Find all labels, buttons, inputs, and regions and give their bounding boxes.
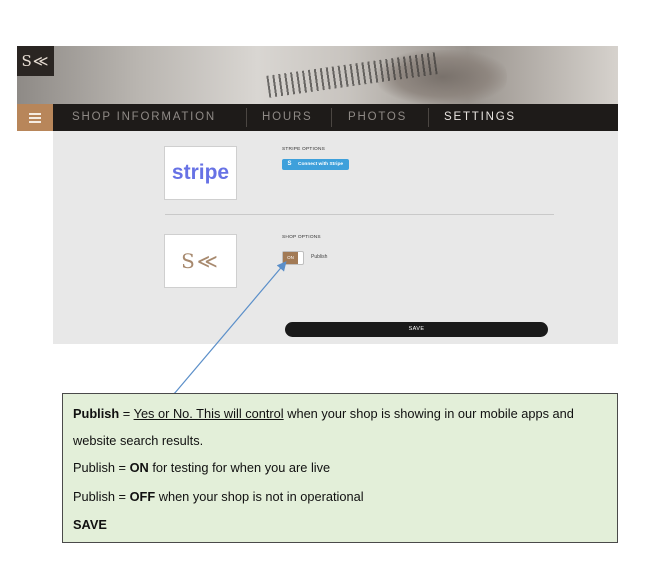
note-on-bold: ON [129, 460, 149, 475]
note-line-1: Publish = Yes or No. This will control w… [73, 406, 574, 421]
note-underlined: Yes or No. This will control [133, 406, 284, 421]
note-line3-rest: for testing for when you are live [148, 460, 331, 475]
note-eq: = [119, 406, 134, 421]
annotation-note-box: Publish = Yes or No. This will control w… [62, 393, 618, 543]
note-line-3: Publish = ON for testing for when you ar… [73, 460, 330, 475]
note-publish-bold: Publish [73, 406, 120, 421]
note-line-4: Publish = OFF when your shop is not in o… [73, 489, 364, 504]
arrow-line [165, 261, 287, 403]
note-line-2: website search results. [73, 433, 204, 448]
note-line-5: SAVE [73, 517, 107, 532]
note-line3-prefix: Publish = [73, 460, 130, 475]
note-save-bold: SAVE [73, 517, 107, 532]
note-line4-prefix: Publish = [73, 489, 130, 504]
note-off-bold: OFF [129, 489, 156, 504]
note-line4-rest: when your shop is not in operational [155, 489, 364, 504]
note-line1-rest: when your shop is showing in our mobile … [283, 406, 574, 421]
